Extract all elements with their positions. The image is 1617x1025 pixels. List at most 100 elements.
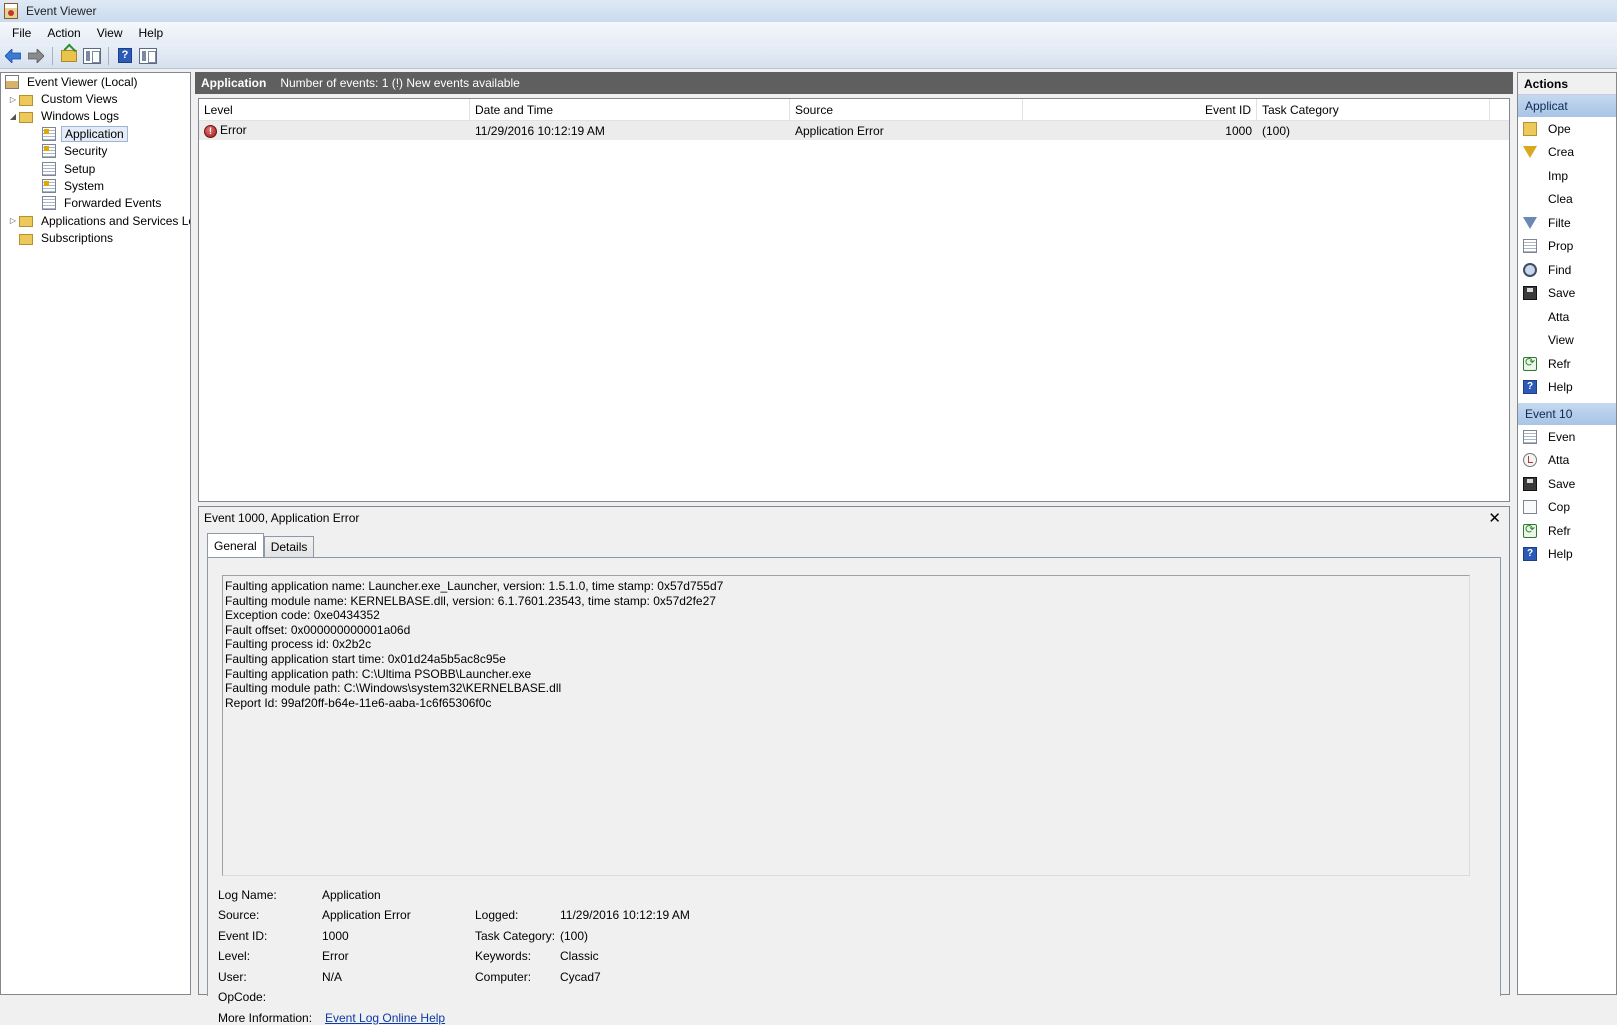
expand-icon[interactable]: ▷ bbox=[7, 95, 19, 104]
tree-item-setup[interactable]: Setup bbox=[1, 160, 190, 177]
user-label: User: bbox=[218, 970, 247, 984]
actions-section-application[interactable]: Applicat bbox=[1518, 95, 1616, 117]
menu-view[interactable]: View bbox=[89, 24, 131, 42]
tree-item-root[interactable]: Event Viewer (Local) bbox=[1, 73, 190, 90]
error-icon: ! bbox=[204, 124, 217, 138]
detail-header: Event 1000, Application Error ✕ bbox=[199, 507, 1509, 529]
collapse-icon[interactable]: ◢ bbox=[7, 112, 19, 121]
help-icon[interactable]: ? bbox=[115, 46, 135, 66]
action-find[interactable]: Find bbox=[1518, 258, 1616, 282]
event-description[interactable]: Faulting application name: Launcher.exe_… bbox=[222, 575, 1470, 876]
description-line: Faulting application name: Launcher.exe_… bbox=[225, 579, 724, 593]
column-task-category[interactable]: Task Category bbox=[1257, 99, 1490, 121]
description-line: Faulting application path: C:\Ultima PSO… bbox=[225, 666, 532, 681]
action-properties[interactable]: Prop bbox=[1518, 235, 1616, 259]
save-icon bbox=[1523, 286, 1537, 301]
level-value: Error bbox=[322, 949, 349, 963]
event-log-online-help-link[interactable]: Event Log Online Help bbox=[325, 1011, 445, 1025]
action-save-all-events[interactable]: Save bbox=[1518, 282, 1616, 306]
show-hide-console-tree-icon[interactable] bbox=[82, 46, 102, 66]
log-icon bbox=[42, 161, 56, 176]
properties-icon bbox=[1523, 239, 1537, 254]
pane-title: Application bbox=[201, 76, 267, 90]
action-create-custom-view[interactable]: Crea bbox=[1518, 141, 1616, 165]
copy-icon bbox=[1523, 500, 1537, 515]
tree-item-custom-views[interactable]: ▷ Custom Views bbox=[1, 90, 190, 107]
action-refresh-event[interactable]: Refr bbox=[1518, 519, 1616, 543]
forward-arrow-icon[interactable] bbox=[26, 46, 46, 66]
detail-title: Event 1000, Application Error bbox=[204, 511, 360, 525]
actions-pane: Actions Applicat Ope Crea Imp Clea Filte… bbox=[1517, 72, 1617, 995]
title-bar: Event Viewer bbox=[0, 0, 1617, 22]
toolbar-separator bbox=[108, 46, 109, 65]
cell-level: ! Error bbox=[199, 123, 470, 138]
tree-item-subscriptions[interactable]: Subscriptions bbox=[1, 230, 190, 247]
action-attach-task[interactable]: Atta bbox=[1518, 305, 1616, 329]
keywords-label: Keywords: bbox=[475, 949, 532, 963]
description-line: Faulting module path: C:\Windows\system3… bbox=[225, 681, 562, 696]
action-copy[interactable]: Cop bbox=[1518, 496, 1616, 520]
logged-value: 11/29/2016 10:12:19 AM bbox=[560, 908, 690, 922]
back-arrow-icon[interactable] bbox=[3, 46, 23, 66]
help-icon: ? bbox=[1523, 547, 1537, 562]
list-pane-header: Application Number of events: 1 (!) New … bbox=[195, 72, 1513, 94]
save-icon bbox=[1523, 476, 1537, 491]
tree-item-system[interactable]: System bbox=[1, 177, 190, 194]
log-icon bbox=[42, 179, 56, 194]
table-row[interactable]: ! Error 11/29/2016 10:12:19 AM Applicatio… bbox=[199, 121, 1509, 140]
column-date-time[interactable]: Date and Time bbox=[470, 99, 790, 121]
actions-section-event[interactable]: Event 10 bbox=[1518, 403, 1616, 425]
actions-title: Actions bbox=[1518, 73, 1616, 95]
action-open-saved-log[interactable]: Ope bbox=[1518, 117, 1616, 141]
log-name-label: Log Name: bbox=[218, 888, 277, 902]
close-icon[interactable]: ✕ bbox=[1488, 509, 1501, 527]
column-level[interactable]: Level bbox=[199, 99, 470, 121]
action-attach-task-to-event[interactable]: Atta bbox=[1518, 449, 1616, 473]
source-label: Source: bbox=[218, 908, 260, 922]
user-value: N/A bbox=[322, 970, 343, 984]
action-save-selected-events[interactable]: Save bbox=[1518, 472, 1616, 496]
menu-file[interactable]: File bbox=[4, 24, 39, 42]
action-view[interactable]: View bbox=[1518, 329, 1616, 353]
folder-icon bbox=[19, 111, 33, 123]
expand-icon[interactable]: ▷ bbox=[7, 216, 19, 225]
keywords-value: Classic bbox=[560, 949, 599, 963]
cell-date: 11/29/2016 10:12:19 AM bbox=[475, 123, 605, 138]
description-line: Faulting module name: KERNELBASE.dll, ve… bbox=[225, 593, 716, 608]
menu-help[interactable]: Help bbox=[131, 24, 172, 42]
description-line: Faulting process id: 0x2b2c bbox=[225, 637, 372, 652]
show-hide-action-pane-icon[interactable] bbox=[138, 46, 158, 66]
tab-general[interactable]: General bbox=[207, 533, 264, 557]
find-binoculars-icon bbox=[1523, 262, 1537, 277]
help-icon: ? bbox=[1523, 380, 1537, 395]
action-filter-current-log[interactable]: Filte bbox=[1518, 211, 1616, 235]
description-line: Report Id: 99af20ff-b64e-11e6-aaba-1c6f6… bbox=[225, 695, 492, 710]
log-icon bbox=[42, 196, 56, 211]
action-import-custom-view[interactable]: Imp bbox=[1518, 164, 1616, 188]
level-text: Error bbox=[220, 123, 247, 138]
menu-action[interactable]: Action bbox=[39, 24, 88, 42]
description-line: Exception code: 0xe0434352 bbox=[225, 608, 380, 623]
action-help-event[interactable]: ? Help bbox=[1518, 543, 1616, 567]
folder-up-icon[interactable] bbox=[59, 46, 79, 66]
action-refresh[interactable]: Refr bbox=[1518, 352, 1616, 376]
tree-item-forwarded-events[interactable]: Forwarded Events bbox=[1, 195, 190, 212]
description-line: Fault offset: 0x000000000001a06d bbox=[225, 622, 411, 637]
tree-item-application[interactable]: Application bbox=[1, 125, 190, 142]
tree-item-windows-logs[interactable]: ◢ Windows Logs bbox=[1, 108, 190, 125]
computer-value: Cycad7 bbox=[560, 970, 601, 984]
column-event-id[interactable]: Event ID bbox=[1023, 99, 1257, 121]
filter-icon bbox=[1523, 216, 1537, 229]
logged-label: Logged: bbox=[475, 908, 519, 922]
tree-item-security[interactable]: Security bbox=[1, 143, 190, 160]
action-help[interactable]: ? Help bbox=[1518, 376, 1616, 400]
level-label: Level: bbox=[218, 949, 251, 963]
action-clear-log[interactable]: Clea bbox=[1518, 188, 1616, 212]
tab-details[interactable]: Details bbox=[263, 536, 315, 558]
column-source[interactable]: Source bbox=[790, 99, 1023, 121]
log-name-value: Application bbox=[322, 888, 381, 902]
subscriptions-icon bbox=[19, 233, 33, 245]
event-id-value: 1000 bbox=[322, 929, 349, 943]
action-event-properties[interactable]: Even bbox=[1518, 425, 1616, 449]
tree-item-apps-services[interactable]: ▷ Applications and Services Lo bbox=[1, 212, 190, 229]
